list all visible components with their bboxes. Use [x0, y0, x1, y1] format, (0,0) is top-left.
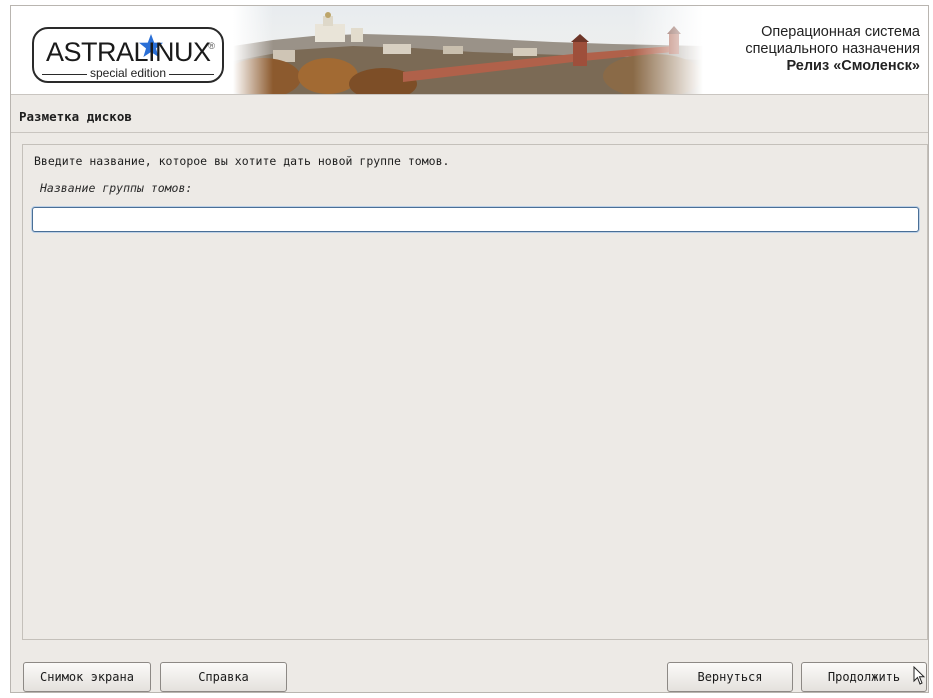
- header-divider: [11, 94, 928, 95]
- smolensk-kremlin-photo: [233, 6, 703, 94]
- volume-group-name-label: Название группы томов:: [40, 181, 193, 195]
- volume-group-name-input[interactable]: [32, 207, 919, 232]
- back-button[interactable]: Вернуться: [667, 662, 793, 692]
- os-title-line1: Операционная система: [761, 24, 920, 40]
- logo-subtitle: special edition: [86, 66, 170, 80]
- logo-registered-mark: ®: [208, 41, 215, 51]
- logo-subtitle-wrap: special edition: [34, 66, 222, 80]
- os-title-line2: специального назначения: [745, 41, 920, 57]
- page-title: Разметка дисков: [19, 109, 132, 124]
- logo-text: ASTRALINUX: [46, 37, 211, 67]
- os-title: Операционная система специального назнач…: [745, 24, 920, 75]
- content-panel: Введите название, которое вы хотите дать…: [22, 144, 928, 640]
- help-button[interactable]: Справка: [160, 662, 287, 692]
- prompt-text: Введите название, которое вы хотите дать…: [34, 154, 450, 168]
- release-name: Релиз «Смоленск»: [786, 58, 920, 74]
- continue-button[interactable]: Продолжить: [801, 662, 927, 692]
- header-banner: ASTRALINUX ® special edition Операционна…: [11, 6, 928, 94]
- screenshot-button[interactable]: Снимок экрана: [23, 662, 151, 692]
- mouse-cursor-icon: [913, 666, 925, 685]
- title-divider: [11, 132, 928, 133]
- astralinux-logo: ASTRALINUX ® special edition: [32, 27, 224, 83]
- installer-window: ASTRALINUX ® special edition Операционна…: [10, 5, 929, 693]
